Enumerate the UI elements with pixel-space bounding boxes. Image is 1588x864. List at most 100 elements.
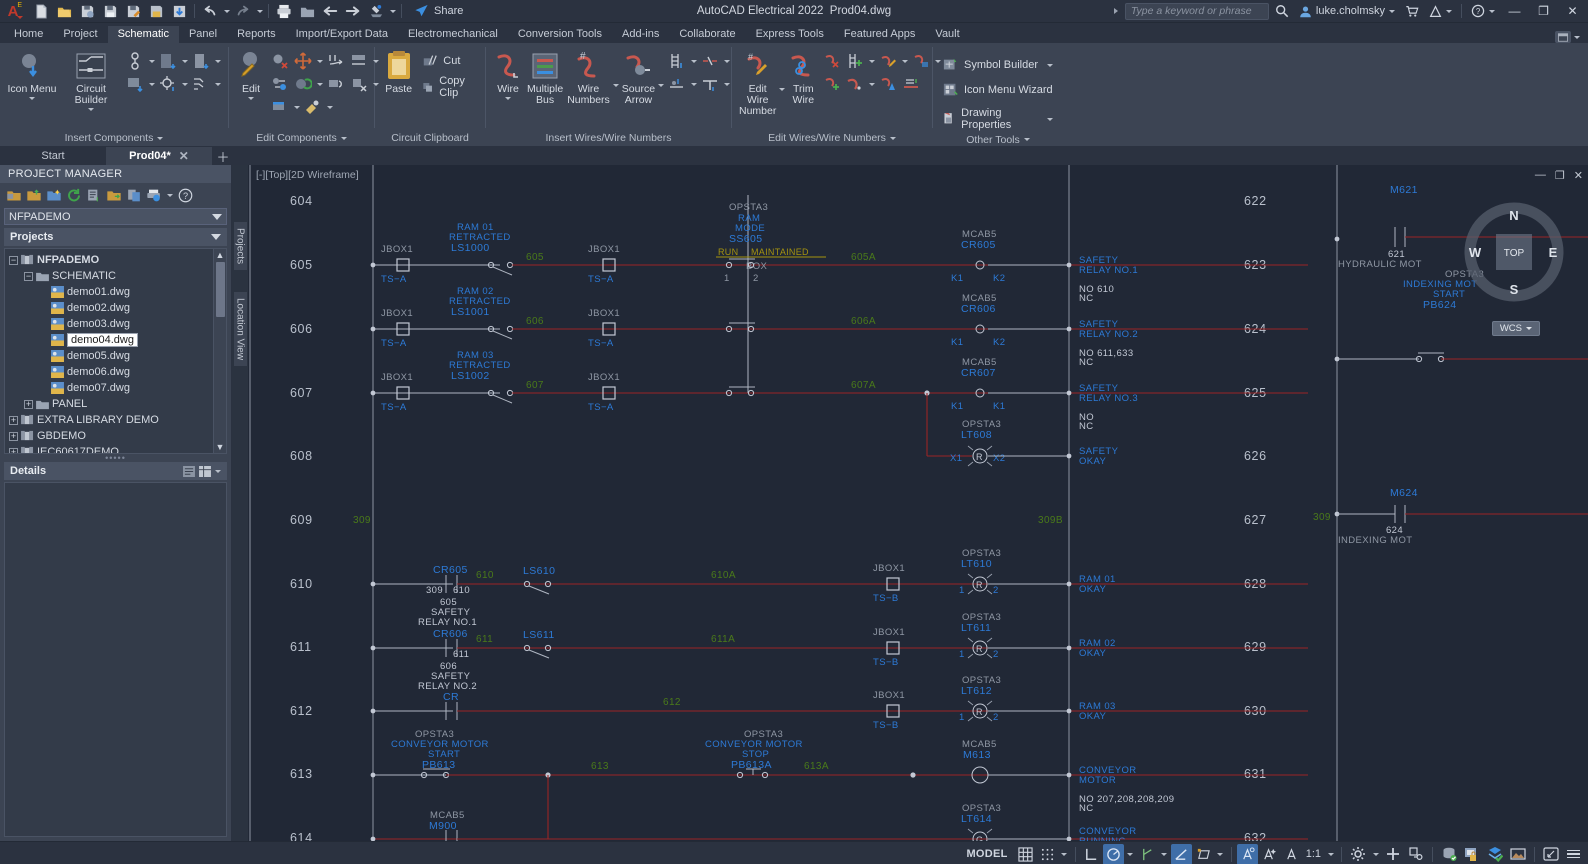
active-project-combo[interactable]: NFPADEMO — [4, 208, 227, 225]
rung-614[interactable]: MCAB5 M900 OPSTA3 LT614 G CONVEYOR RUNNI… — [371, 775, 1308, 841]
project-wizard-icon[interactable] — [45, 186, 63, 204]
tree-node-extra-library-demo[interactable]: + EXTRA LIBRARY DEMO — [7, 412, 213, 428]
palette-resize-grip[interactable]: ••••• — [0, 454, 231, 462]
tab-electromechanical[interactable]: Electromechanical — [398, 26, 508, 43]
wire-gap-icon[interactable] — [699, 50, 721, 72]
expand-icon[interactable]: + — [24, 400, 33, 409]
clean-screen-icon[interactable] — [1507, 844, 1529, 864]
tab-panel[interactable]: Panel — [179, 26, 227, 43]
tree-node-iec60617demo[interactable]: + IEC60617DEMO — [7, 444, 213, 453]
vault-checkin-icon[interactable] — [1484, 844, 1506, 864]
view-cube[interactable]: TOP N E S W — [1462, 200, 1566, 304]
publish-plot-icon[interactable] — [145, 186, 163, 204]
undo-dropdown-icon[interactable] — [222, 1, 231, 22]
rung-606[interactable]: JBOX1 TS−A RAM 02 RETRACTED LS1001 606 J… — [371, 286, 1308, 368]
wcs-selector[interactable]: WCS — [1492, 321, 1540, 336]
icon-menu-button[interactable]: Icon Menu — [6, 47, 58, 100]
tree-node-demo06[interactable]: demo06.dwg — [7, 364, 213, 380]
details-dropdown-icon[interactable] — [215, 470, 221, 473]
file-tab-start[interactable]: Start — [0, 147, 106, 165]
catalog-lookup-dropdown-icon[interactable] — [325, 96, 334, 118]
retag-icon[interactable] — [325, 73, 347, 95]
circuit-builder-button[interactable]: Circuit Builder — [60, 47, 122, 111]
delete-attribute-icon[interactable] — [348, 73, 370, 95]
details-grid-icon[interactable] — [199, 466, 211, 477]
help-icon[interactable]: ? — [1467, 1, 1499, 22]
user-account-button[interactable]: luke.cholmsky — [1295, 1, 1399, 22]
workspace-gear-icon[interactable] — [1347, 844, 1369, 864]
new-project-icon[interactable] — [5, 186, 23, 204]
icon-menu-dropdown-icon[interactable] — [29, 97, 35, 100]
insert-ladder-dropdown-icon[interactable] — [689, 50, 698, 72]
source-arrow-button[interactable]: Source Arrow — [621, 47, 656, 106]
ribbon-display-options-icon[interactable] — [1555, 31, 1571, 43]
workspace-dropdown-icon[interactable] — [1370, 844, 1381, 864]
check-wire-number-icon[interactable] — [877, 73, 899, 95]
expand-icon-2[interactable]: + — [9, 416, 18, 425]
rung-605[interactable]: JBOX1 TS−A RAM 01 RETRACTED LS1000 605 J… — [371, 222, 1308, 304]
ucs-dropdown-icon[interactable] — [1215, 844, 1226, 864]
insert-plc-icon[interactable] — [190, 73, 212, 95]
vault-status-icon[interactable] — [1461, 844, 1483, 864]
snap-dropdown-icon[interactable] — [1059, 844, 1070, 864]
ortho-icon[interactable] — [1081, 844, 1102, 864]
minimize-button[interactable]: — — [1501, 0, 1528, 23]
forward-icon[interactable] — [342, 1, 364, 22]
save-as-icon[interactable] — [76, 1, 98, 22]
stretch-wire-icon[interactable] — [844, 73, 866, 95]
open-icon[interactable] — [53, 1, 75, 22]
rung-611[interactable]: CR606 611 606 SAFETY RELAY NO.2 611 LS61… — [371, 612, 1308, 692]
wire-type-dropdown-icon[interactable] — [722, 73, 731, 95]
tab-vault[interactable]: Vault — [925, 26, 969, 43]
cart-icon[interactable] — [1401, 1, 1423, 22]
insert-from-catalog-icon[interactable] — [124, 73, 146, 95]
edit-attributes-dropdown-icon[interactable] — [292, 96, 301, 118]
wire-sequence-icon[interactable] — [900, 73, 922, 95]
edit-attributes-icon[interactable] — [269, 96, 291, 118]
tab-project[interactable]: Project — [53, 26, 107, 43]
rung-607[interactable]: JBOX1 TS−A RAM 03 RETRACTED LS1002 607 J… — [371, 350, 1308, 432]
rung-613[interactable]: OPSTA3 CONVEYOR MOTOR START PB613 613 OP… — [371, 729, 1308, 814]
drawing-properties-button[interactable]: Drawing Properties — [939, 105, 1057, 133]
stretch-wire-dropdown-icon[interactable] — [867, 73, 876, 95]
scroll-down-icon[interactable]: ▼ — [216, 442, 225, 452]
search-icon[interactable] — [1271, 1, 1293, 22]
tab-schematic[interactable]: Schematic — [108, 26, 179, 43]
hardware-acceleration-icon[interactable] — [1438, 844, 1460, 864]
back-icon[interactable] — [319, 1, 341, 22]
insert-panel-component-dropdown-icon[interactable] — [180, 50, 189, 72]
copy-wire-number-icon[interactable] — [910, 50, 932, 72]
tree-node-panel[interactable]: + PANEL — [7, 396, 213, 412]
object-snap-tracking-icon[interactable] — [1137, 844, 1158, 864]
scale-dropdown-icon[interactable] — [1325, 844, 1336, 864]
customization-plus-icon[interactable] — [1382, 844, 1404, 864]
scroll-up-icon[interactable]: ▲ — [216, 250, 225, 260]
autocad-logo-icon[interactable]: AE — [0, 0, 26, 22]
expand-status-bar-icon[interactable] — [1540, 844, 1562, 864]
panel-expand-icon-3[interactable] — [890, 137, 896, 140]
restore-button[interactable]: ❐ — [1530, 0, 1557, 23]
details-list-icon[interactable] — [183, 466, 195, 477]
tree-node-demo02[interactable]: demo02.dwg — [7, 300, 213, 316]
copy-clip-button[interactable]: Copy Clip — [418, 73, 479, 101]
wire-type-icon[interactable] — [699, 73, 721, 95]
close-button[interactable]: ✕ — [1559, 0, 1586, 23]
expand-icon-3[interactable]: + — [9, 432, 18, 441]
panel-expand-icon-4[interactable] — [1024, 138, 1030, 141]
move-drawing-icon[interactable] — [105, 186, 123, 204]
circuit-builder-dropdown-icon[interactable] — [88, 108, 94, 111]
autoscale-icon[interactable] — [1259, 844, 1280, 864]
osnap-tracking-dropdown-icon[interactable] — [1159, 844, 1170, 864]
insert-pneumatic-icon[interactable] — [157, 73, 179, 95]
insert-component-list-icon[interactable] — [190, 50, 212, 72]
menu-icon[interactable] — [1563, 844, 1584, 864]
snap-mode-icon[interactable] — [1037, 844, 1058, 864]
tab-add-ins[interactable]: Add-ins — [612, 26, 669, 43]
rung-612[interactable]: CR 612 JBOX1 TS−B OPSTA3 LT612 R 1 2 RAM… — [371, 675, 1308, 731]
tab-collaborate[interactable]: Collaborate — [669, 26, 745, 43]
wire-numbers-button[interactable]: # Wire Numbers — [566, 47, 611, 106]
annotation-visibility-icon[interactable] — [1237, 844, 1258, 864]
tab-import-export-data[interactable]: Import/Export Data — [286, 26, 398, 43]
qat-customize-icon[interactable] — [388, 1, 397, 22]
details-section-header[interactable]: Details — [4, 462, 227, 480]
